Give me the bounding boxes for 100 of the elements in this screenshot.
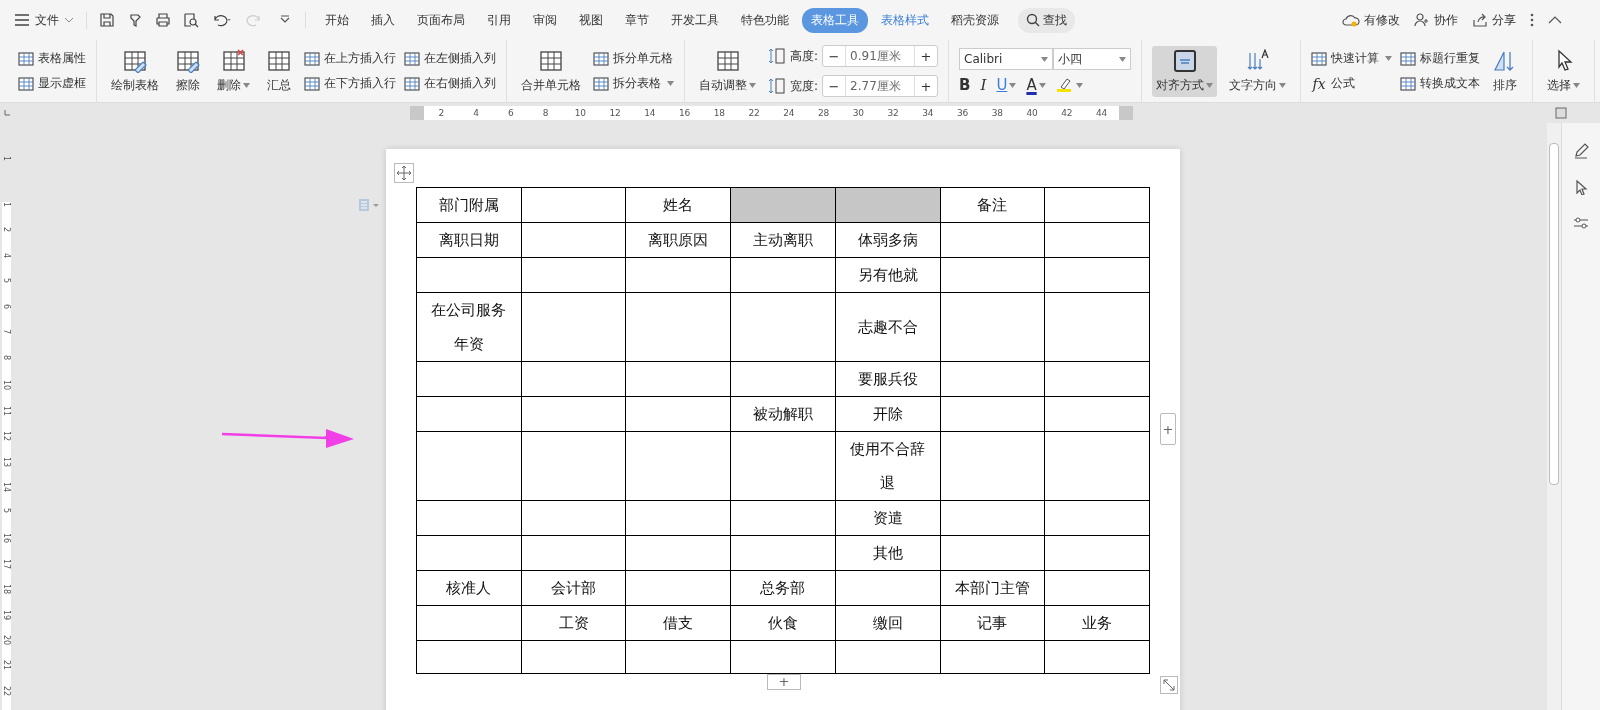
decrease-button[interactable]: − (823, 76, 846, 96)
undo-icon[interactable] (211, 12, 233, 28)
menu-tab[interactable]: 视图 (570, 7, 612, 33)
ribbon-button[interactable]: 合并单元格 (517, 45, 585, 97)
size-field[interactable]: 2.77厘米 (845, 76, 916, 96)
caret-icon (1009, 82, 1017, 88)
table-cell: 核准人 (416, 570, 522, 606)
menu-tab[interactable]: 引用 (478, 7, 520, 33)
search-button[interactable]: 查找 (1018, 7, 1075, 33)
row-height-icon (768, 48, 786, 64)
save-icon[interactable] (99, 12, 115, 28)
add-column-button[interactable]: + (1160, 413, 1176, 445)
table-cell: 资遣 (835, 500, 940, 536)
font-size-field[interactable]: 小四 (1053, 48, 1132, 70)
ribbon-button[interactable]: 显示虚框 (18, 75, 86, 92)
increase-button[interactable]: + (915, 76, 938, 96)
size-field[interactable]: 0.91厘米 (845, 46, 916, 66)
print-preview-icon[interactable] (183, 12, 199, 28)
table-cell: 伙食 (730, 605, 836, 641)
menu-tab[interactable]: 页面布局 (408, 7, 474, 33)
format-button[interactable]: B (959, 76, 971, 94)
menu-tab[interactable]: 开始 (316, 7, 358, 33)
caret-icon (1279, 82, 1287, 88)
ribbon-button[interactable]: 在左侧插入列 (404, 50, 496, 67)
caret-icon (243, 82, 250, 88)
ribbon-button[interactable]: 删除 (213, 45, 254, 97)
format-button[interactable]: I (980, 76, 987, 94)
menu-tab[interactable]: 开发工具 (662, 7, 728, 33)
ribbon-button[interactable]: fx 公式 (1311, 75, 1393, 92)
menu-tab[interactable]: 审阅 (524, 7, 566, 33)
table-cell: 要服兵役 (835, 361, 940, 397)
ribbon-button[interactable]: 在右侧插入列 (404, 75, 496, 92)
move-icon[interactable] (394, 163, 414, 183)
panel-icon[interactable] (1555, 107, 1567, 119)
font-name-field[interactable]: Calibri (959, 48, 1054, 70)
table-cell: 本部门主管 (940, 570, 1045, 606)
highlight-button[interactable] (1055, 77, 1083, 93)
table-cell: 借支 (625, 605, 731, 641)
table-cell: 另有他就 (835, 257, 940, 293)
table-cell: 备注 (940, 187, 1045, 223)
table-cell: 被动解职 (730, 396, 836, 432)
menu-tab[interactable]: 稻壳资源 (942, 7, 1008, 33)
table-cell: 缴回 (835, 605, 940, 641)
changes-button[interactable]: 有修改 (1342, 11, 1400, 29)
more-icon[interactable] (1530, 13, 1534, 27)
ribbon-button[interactable]: 在下方插入行 (304, 75, 396, 92)
ribbon-button[interactable]: 文字方向 (1225, 45, 1291, 97)
ribbon-button[interactable]: 转换成文本 (1400, 75, 1481, 92)
table-cell: 业务 (1044, 605, 1150, 641)
caret-icon (1206, 82, 1214, 88)
table-cell: 总务部 (730, 570, 836, 606)
share-button[interactable]: 分享 (1472, 11, 1516, 29)
scrollbar-thumb[interactable] (1549, 143, 1559, 485)
ribbon-button[interactable]: 在上方插入行 (304, 50, 396, 67)
add-row-button[interactable]: + (767, 674, 801, 690)
ribbon-button[interactable]: 拆分单元格 (593, 50, 674, 67)
menu-tab[interactable]: 表格样式 (872, 7, 938, 33)
menu-tab[interactable]: 章节 (616, 7, 658, 33)
settings-sliders-icon[interactable] (1573, 215, 1589, 231)
format-button[interactable]: U (996, 76, 1017, 94)
collapse-icon[interactable] (1548, 16, 1562, 24)
print-icon[interactable] (155, 12, 171, 28)
cloud-icon (1342, 13, 1360, 27)
table-cell: 离职原因 (625, 222, 731, 258)
ribbon-button[interactable]: 快速计算 (1311, 50, 1393, 67)
decrease-button[interactable]: − (823, 46, 846, 66)
table-cell: 志趣不合 (835, 292, 940, 362)
ribbon-button[interactable]: 擦除 (171, 45, 205, 97)
table-cell: 开除 (835, 396, 940, 432)
ribbon-button[interactable]: 汇总 (262, 45, 296, 97)
resize-icon[interactable] (1160, 676, 1178, 694)
caret-icon (749, 82, 756, 88)
table-cell: 体弱多病 (835, 222, 940, 258)
cursor-icon[interactable] (1573, 179, 1589, 195)
increase-button[interactable]: + (915, 46, 938, 66)
ribbon-button[interactable]: 绘制表格 (107, 45, 163, 97)
chevron-down-icon (64, 17, 74, 23)
row-height-icon (768, 78, 786, 94)
caret-icon (667, 81, 674, 86)
table-cell: 主动离职 (730, 222, 836, 258)
menu-icon (14, 14, 30, 26)
caret-icon (1385, 56, 1393, 61)
format-painter-icon[interactable] (127, 12, 143, 28)
file-menu[interactable]: 文件 (14, 11, 87, 29)
ribbon-button[interactable]: 排序 (1488, 45, 1523, 97)
table-cell: 离职日期 (416, 222, 522, 258)
ribbon-button[interactable]: 自动调整 (695, 45, 760, 97)
add-user-icon (1414, 13, 1430, 27)
menu-tab[interactable]: 特色功能 (732, 7, 798, 33)
tab-stop-icon (4, 110, 10, 116)
format-button[interactable]: A (1026, 76, 1046, 94)
collaborate-button[interactable]: 协作 (1414, 11, 1458, 29)
ribbon-button[interactable]: 选择 (1543, 45, 1585, 97)
table-cell: 在公司服务年资 (416, 292, 522, 362)
ribbon-button[interactable]: 对齐方式 (1152, 45, 1218, 97)
ribbon-button[interactable]: 标题行重复 (1400, 50, 1481, 67)
ribbon-button[interactable]: 拆分表格 (593, 75, 674, 92)
pen-icon[interactable] (1573, 143, 1589, 159)
ribbon-button[interactable]: 表格属性 (18, 50, 86, 67)
menu-tab[interactable]: 插入 (362, 7, 404, 33)
